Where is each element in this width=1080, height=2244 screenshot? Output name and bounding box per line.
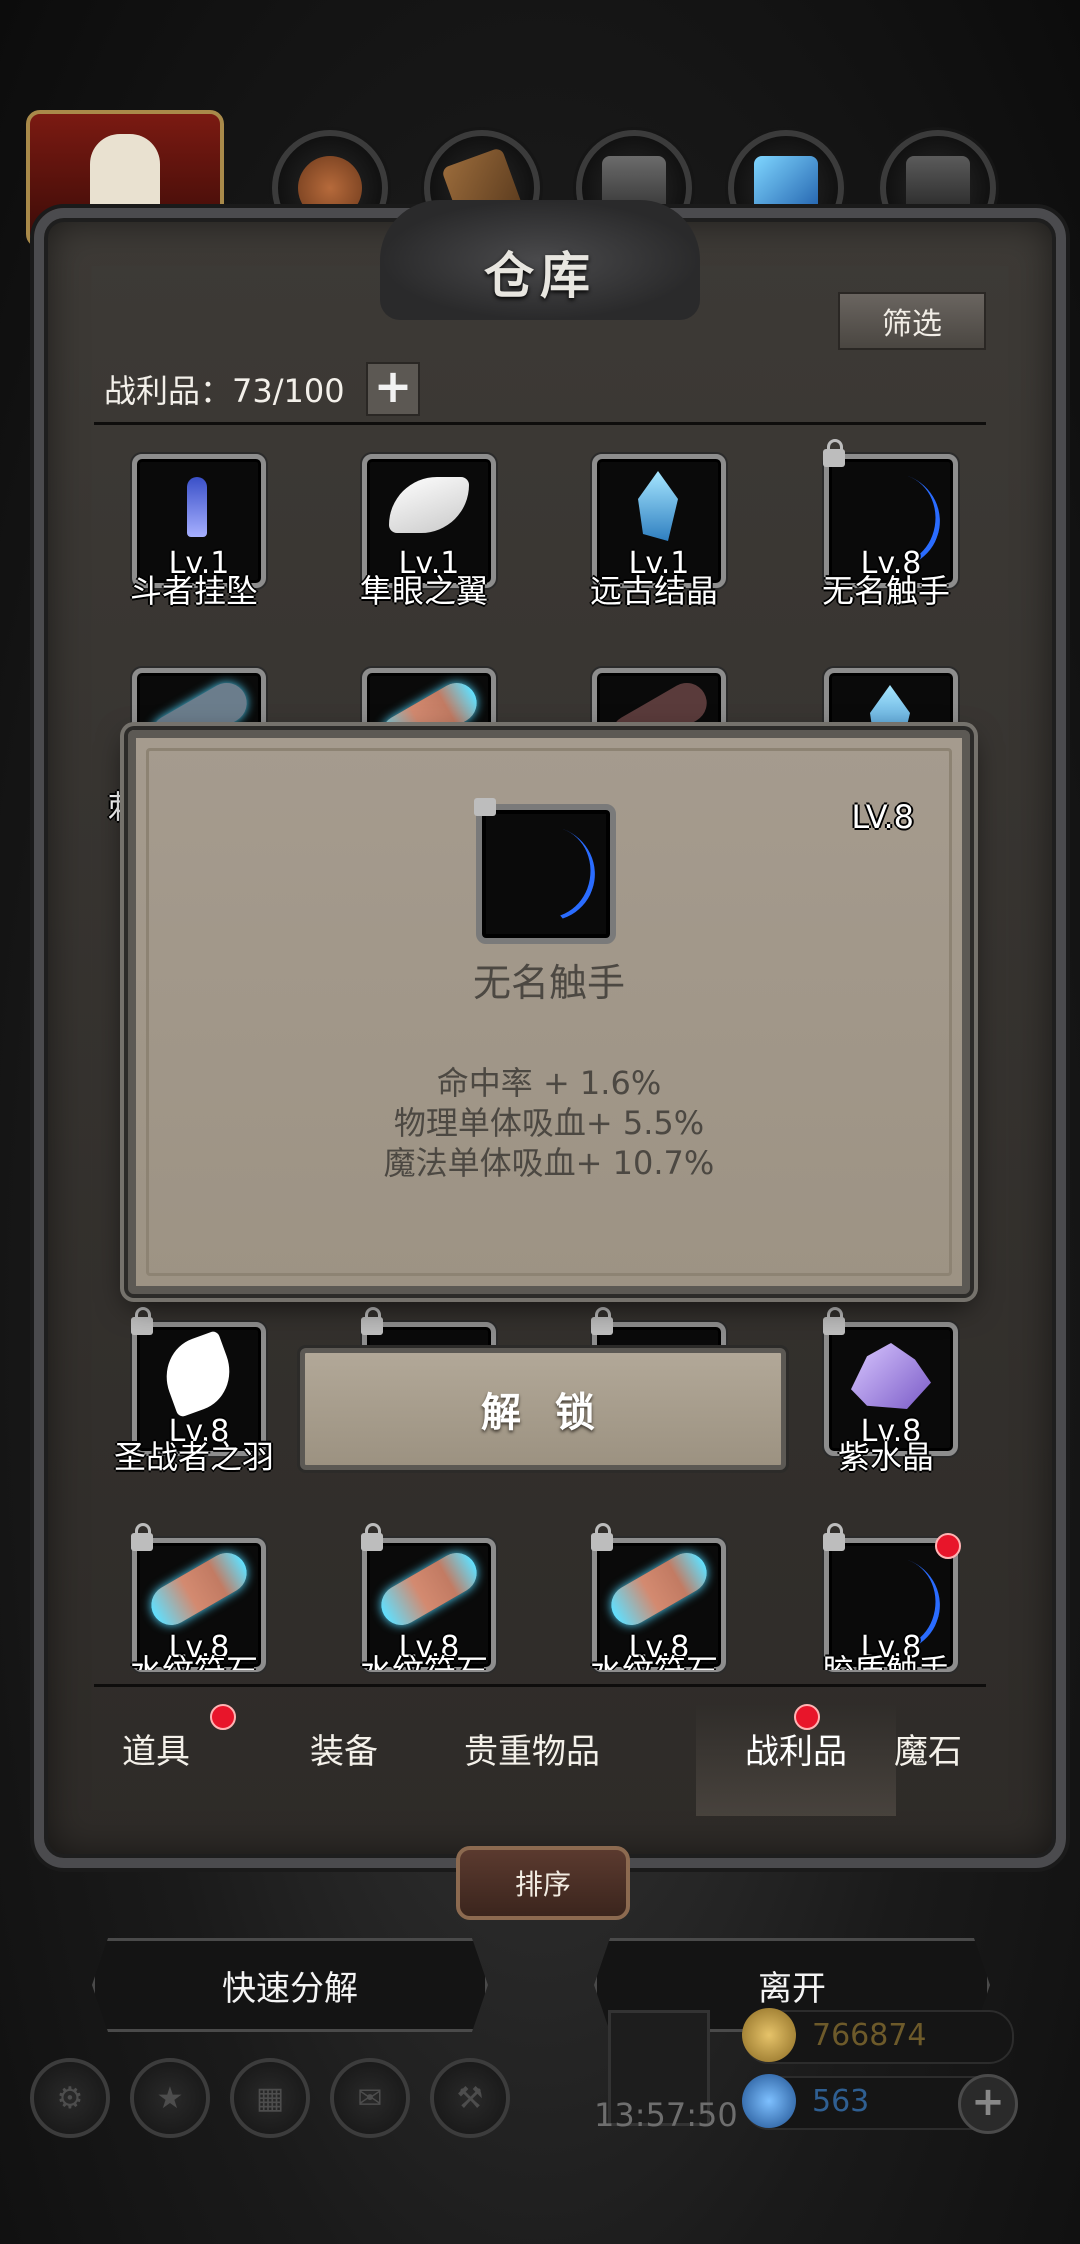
item-name: 远古结晶 — [589, 572, 718, 610]
stat-line: 魔法单体吸血+ 10.7% — [383, 1144, 715, 1182]
tab-badge — [210, 1704, 236, 1730]
rune-stone-icon — [373, 1545, 485, 1633]
item-name: 隼眼之翼 — [359, 572, 488, 610]
gold-icon — [742, 2008, 796, 2062]
map-icon[interactable]: ▦ — [230, 2058, 310, 2138]
lock-icon — [823, 1523, 845, 1551]
filter-button[interactable]: 筛选 — [838, 292, 986, 350]
item-name: 水纹符石 — [79, 1646, 309, 1670]
rune-stone-icon — [603, 1545, 715, 1633]
divider — [94, 1684, 986, 1687]
item-name: 水纹符石 — [309, 1646, 539, 1670]
new-badge — [935, 1533, 961, 1559]
gem-value: 563 — [812, 2084, 870, 2119]
lock-icon — [591, 1307, 613, 1335]
lock-icon — [823, 439, 845, 467]
lock-icon — [823, 1307, 845, 1335]
lock-icon — [361, 1523, 383, 1551]
star-icon[interactable]: ★ — [130, 2058, 210, 2138]
category-tabs: 道具 装备 贵重物品 战利品 魔石 — [66, 1704, 1018, 1816]
mail-icon[interactable]: ✉ — [330, 2058, 410, 2138]
feather-icon — [155, 1329, 241, 1419]
hammer-icon[interactable]: ⚒ — [430, 2058, 510, 2138]
quick-decompose-button[interactable]: 快速分解 — [92, 1938, 488, 2032]
tab-equipment[interactable]: 装备 — [254, 1724, 434, 1773]
item-name: 无名触手 — [472, 961, 625, 1005]
unlock-button[interactable]: 解 锁 — [300, 1348, 786, 1470]
item-name: 无名触手 — [821, 572, 950, 610]
gold-bar: 766874 — [742, 2008, 1014, 2064]
tentacle-icon — [484, 812, 609, 935]
item-name: 紫水晶 — [837, 1438, 934, 1476]
lock-icon — [591, 1523, 613, 1551]
expand-capacity-button[interactable]: + — [366, 362, 420, 416]
pendant-icon — [187, 477, 207, 537]
item-level: LV.8 — [851, 798, 914, 836]
item-name: 斗者挂坠 — [129, 572, 258, 610]
divider — [94, 422, 986, 425]
tab-magic-stone[interactable]: 魔石 — [838, 1724, 1018, 1773]
lock-icon — [131, 1307, 153, 1335]
event-timer: 13:57:50 — [594, 2096, 738, 2134]
tab-items[interactable]: 道具 — [66, 1724, 246, 1773]
wing-icon — [389, 477, 469, 533]
gem-bar: 563 + — [742, 2074, 1018, 2134]
settings-icon[interactable]: ⚙ — [30, 2058, 110, 2138]
item-name: 胶质触手 — [771, 1646, 1001, 1670]
gem-icon — [742, 2074, 796, 2128]
amethyst-icon — [851, 1343, 931, 1409]
lock-icon — [131, 1523, 153, 1551]
loot-count: 战利品：73/100 — [104, 372, 345, 410]
lock-icon — [361, 1307, 383, 1335]
item-slot-detail — [474, 798, 616, 944]
item-name: 圣战者之羽 — [113, 1438, 274, 1476]
item-name: 水纹符石 — [539, 1646, 769, 1670]
gold-value: 766874 — [812, 2018, 927, 2053]
lock-icon — [474, 798, 496, 816]
tab-badge — [794, 1704, 820, 1730]
item-detail-dialog: LV.8 无名触手 命中率 + 1.6% 物理单体吸血+ 5.5% 魔法单体吸血… — [128, 730, 970, 1294]
add-gems-button[interactable]: + — [958, 2074, 1018, 2134]
rune-stone-icon — [143, 1545, 255, 1633]
sort-button[interactable]: 排序 — [456, 1846, 630, 1920]
crystal-icon — [638, 471, 678, 541]
tab-valuables[interactable]: 贵重物品 — [442, 1724, 622, 1773]
